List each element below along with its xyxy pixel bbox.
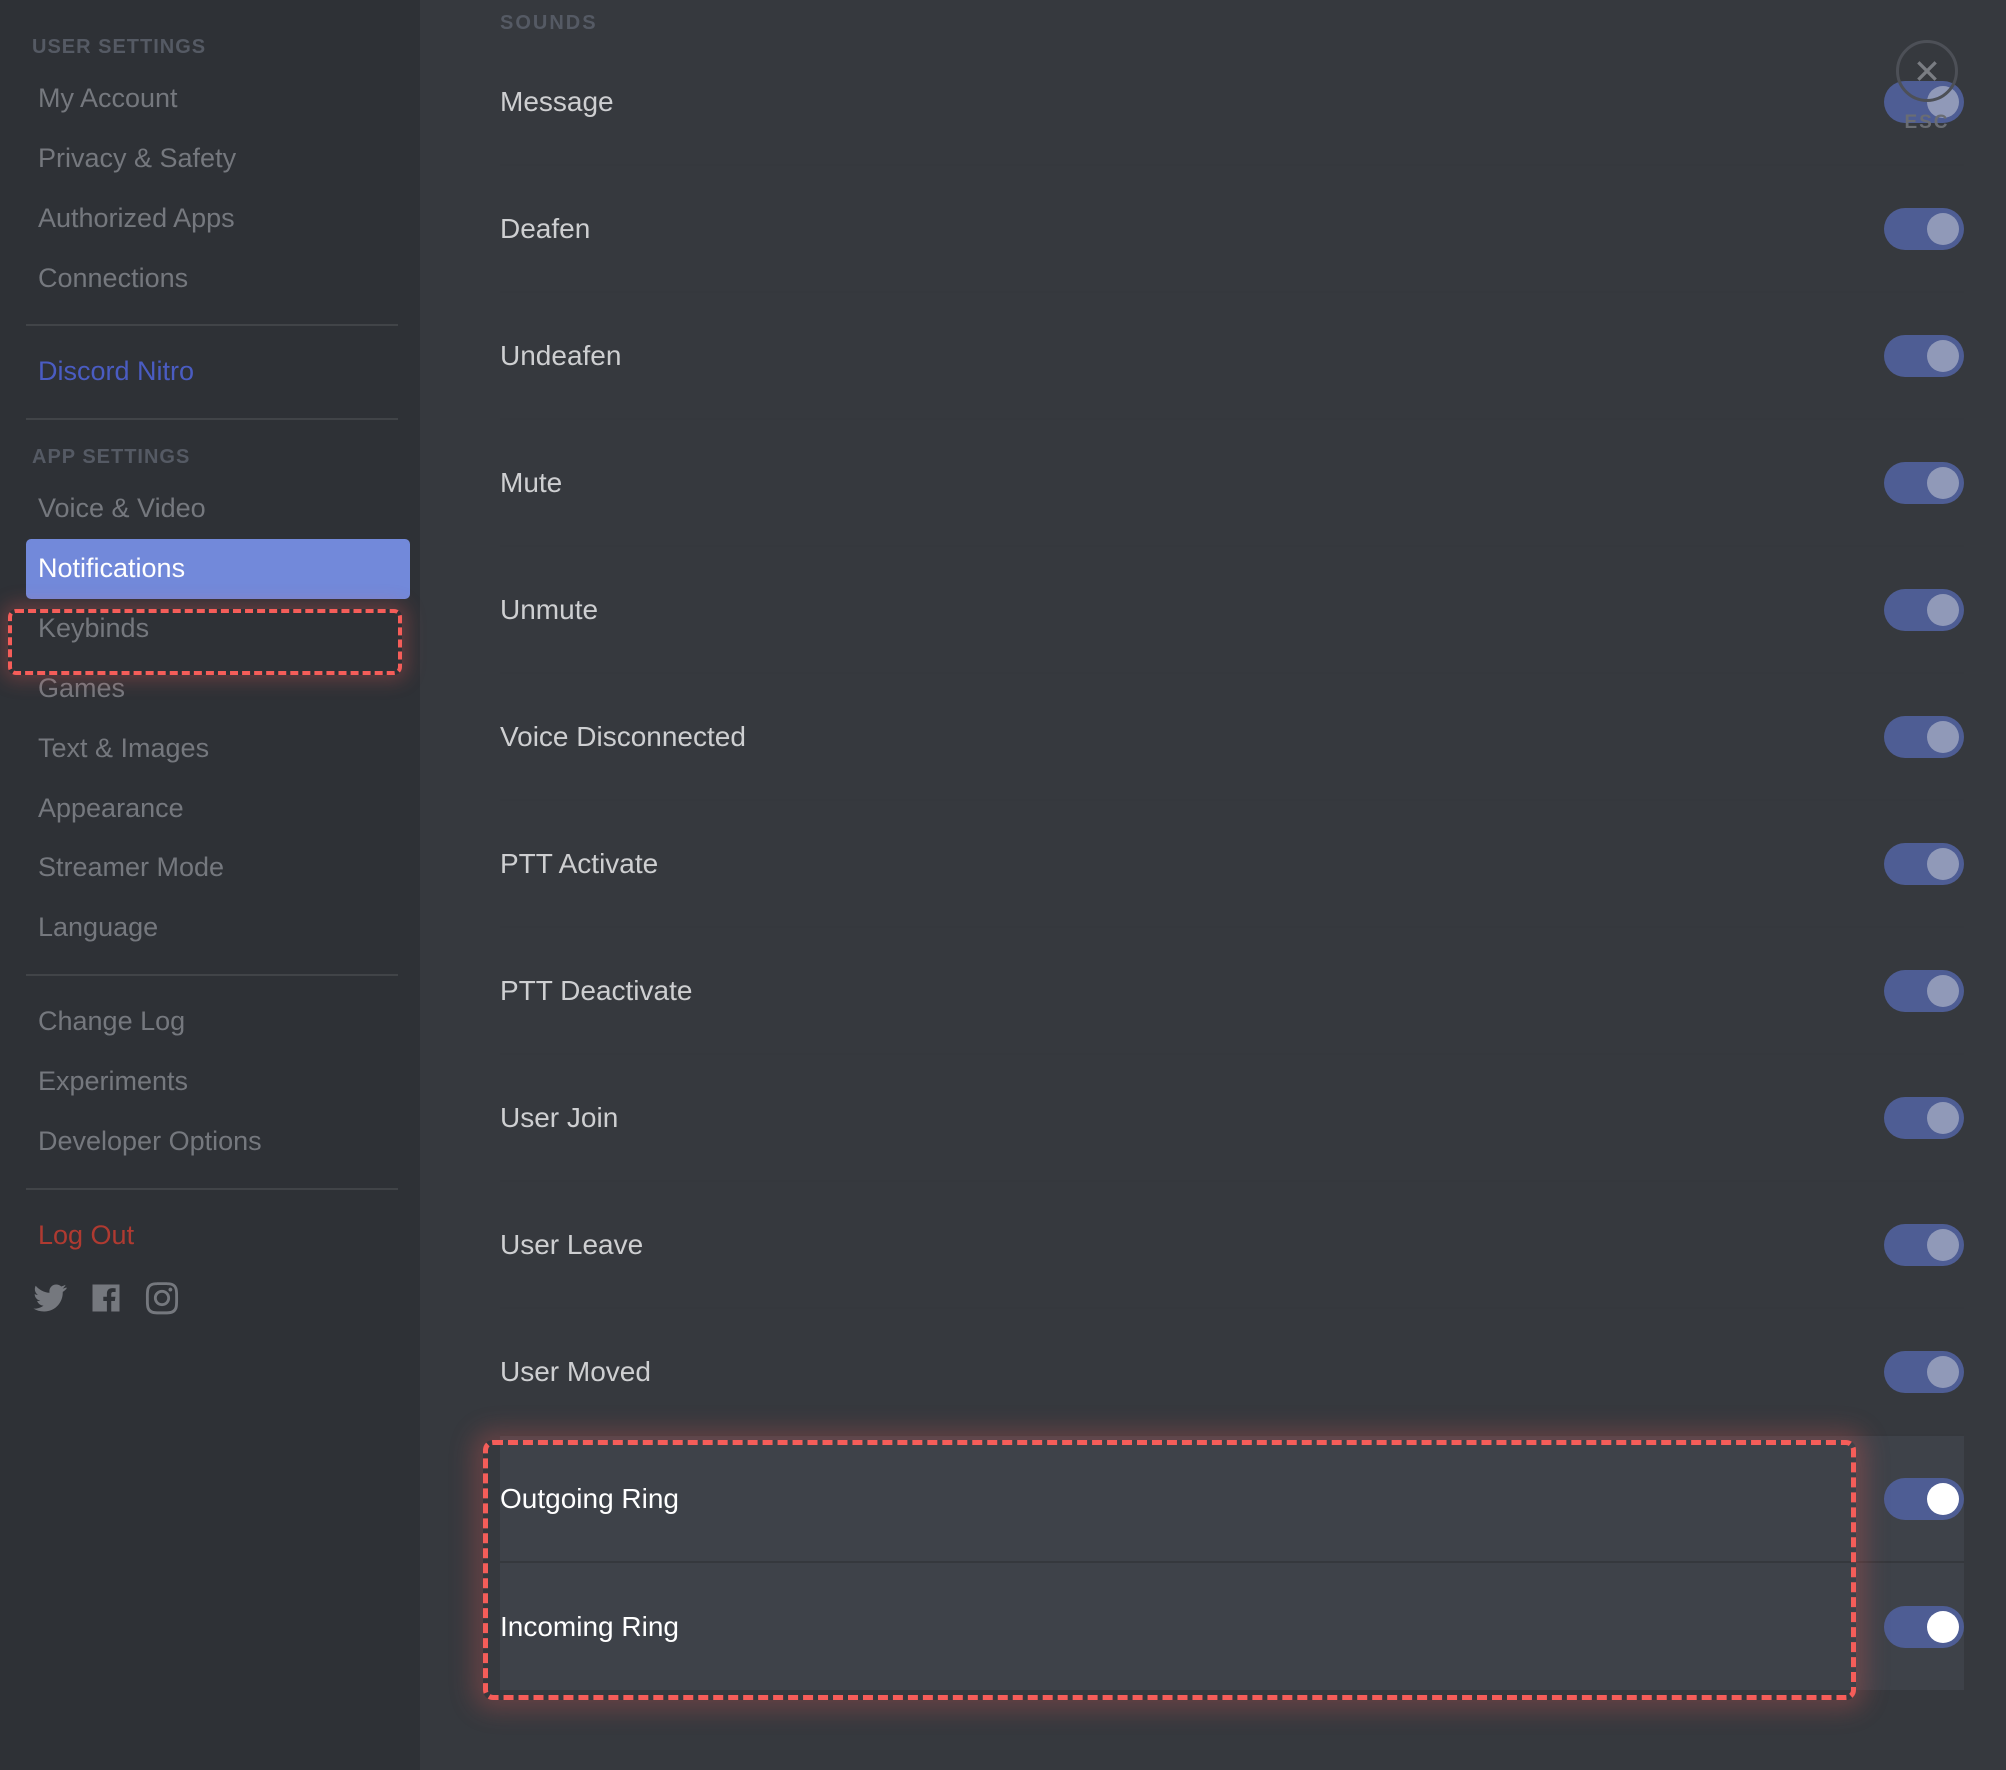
toggle-knob-icon [1927, 721, 1959, 753]
instagram-icon[interactable] [144, 1280, 180, 1321]
sidebar-divider [26, 324, 398, 326]
sound-toggle[interactable] [1884, 589, 1964, 631]
close-button[interactable] [1896, 40, 1958, 102]
toggle-knob-icon [1927, 467, 1959, 499]
sound-toggle[interactable] [1884, 1097, 1964, 1139]
sound-label: PTT Deactivate [500, 975, 692, 1007]
sidebar-item-my-account[interactable]: My Account [26, 69, 410, 129]
sound-label: Mute [500, 467, 562, 499]
sidebar-divider [26, 1188, 398, 1190]
sidebar-item-developer-options[interactable]: Developer Options [26, 1112, 410, 1172]
sound-row: Undeafen [500, 293, 1964, 420]
close-icon [1914, 58, 1940, 84]
sidebar-item-streamer-mode[interactable]: Streamer Mode [26, 838, 410, 898]
close-panel: ESC [1896, 40, 1958, 134]
sound-options-list: Message Deafen Undeafen Mute Unmute Voice Dis… [500, 39, 1964, 1690]
toggle-knob-icon [1927, 340, 1959, 372]
toggle-knob-icon [1927, 594, 1959, 626]
sound-toggle[interactable] [1884, 970, 1964, 1012]
sound-label: Incoming Ring [500, 1611, 679, 1643]
sound-label: User Moved [500, 1356, 651, 1388]
sidebar-item-text-images[interactable]: Text & Images [26, 719, 410, 779]
sidebar-item-change-log[interactable]: Change Log [26, 992, 410, 1052]
sidebar-item-language[interactable]: Language [26, 898, 410, 958]
sound-row: Message [500, 39, 1964, 166]
sound-row: Unmute [500, 547, 1964, 674]
sound-toggle[interactable] [1884, 1224, 1964, 1266]
sidebar-item-games[interactable]: Games [26, 659, 410, 719]
sound-toggle[interactable] [1884, 843, 1964, 885]
sidebar-item-connections[interactable]: Connections [26, 249, 410, 309]
sidebar-item-logout[interactable]: Log Out [26, 1206, 410, 1266]
esc-label: ESC [1904, 112, 1949, 134]
toggle-knob-icon [1927, 1483, 1959, 1515]
sound-label: Undeafen [500, 340, 621, 372]
sidebar-item-voice-video[interactable]: Voice & Video [26, 479, 410, 539]
social-links [26, 1266, 410, 1321]
sound-toggle[interactable] [1884, 1606, 1964, 1648]
facebook-icon[interactable] [88, 1280, 124, 1321]
toggle-knob-icon [1927, 975, 1959, 1007]
sound-row: Mute [500, 420, 1964, 547]
settings-sidebar: USER SETTINGS My Account Privacy & Safet… [0, 0, 420, 1770]
settings-content: SOUNDS Message Deafen Undeafen Mute Unmute Vo… [420, 0, 2006, 1770]
toggle-knob-icon [1927, 1356, 1959, 1388]
sound-toggle[interactable] [1884, 335, 1964, 377]
sound-label: Unmute [500, 594, 598, 626]
sound-row: Voice Disconnected [500, 674, 1964, 801]
sound-row: Outgoing Ring [500, 1436, 1964, 1563]
sidebar-item-appearance[interactable]: Appearance [26, 779, 410, 839]
sidebar-divider [26, 974, 398, 976]
sound-toggle[interactable] [1884, 208, 1964, 250]
sidebar-item-discord-nitro[interactable]: Discord Nitro [26, 342, 410, 402]
sound-row: PTT Deactivate [500, 928, 1964, 1055]
toggle-knob-icon [1927, 848, 1959, 880]
sound-label: Message [500, 86, 614, 118]
sidebar-item-keybinds[interactable]: Keybinds [26, 599, 410, 659]
sound-row: PTT Activate [500, 801, 1964, 928]
sidebar-category-user-settings: USER SETTINGS [26, 26, 410, 69]
twitter-icon[interactable] [32, 1280, 68, 1321]
sound-label: Outgoing Ring [500, 1483, 679, 1515]
section-title-sounds: SOUNDS [500, 0, 1964, 39]
sound-row: User Leave [500, 1182, 1964, 1309]
sound-label: User Leave [500, 1229, 643, 1261]
sound-toggle[interactable] [1884, 462, 1964, 504]
toggle-knob-icon [1927, 1102, 1959, 1134]
app-root: USER SETTINGS My Account Privacy & Safet… [0, 0, 2006, 1770]
sidebar-item-notifications[interactable]: Notifications [26, 539, 410, 599]
sound-row: User Join [500, 1055, 1964, 1182]
toggle-knob-icon [1927, 213, 1959, 245]
sound-label: PTT Activate [500, 848, 658, 880]
sound-label: User Join [500, 1102, 618, 1134]
sound-toggle[interactable] [1884, 716, 1964, 758]
sidebar-divider [26, 418, 398, 420]
sound-label: Voice Disconnected [500, 721, 746, 753]
sound-row: Deafen [500, 166, 1964, 293]
sidebar-item-authorized-apps[interactable]: Authorized Apps [26, 189, 410, 249]
sound-toggle[interactable] [1884, 1351, 1964, 1393]
sidebar-category-app-settings: APP SETTINGS [26, 436, 410, 479]
sound-toggle[interactable] [1884, 1478, 1964, 1520]
sound-label: Deafen [500, 213, 590, 245]
sound-row: Incoming Ring [500, 1563, 1964, 1690]
sidebar-item-experiments[interactable]: Experiments [26, 1052, 410, 1112]
sidebar-item-privacy-safety[interactable]: Privacy & Safety [26, 129, 410, 189]
toggle-knob-icon [1927, 1611, 1959, 1643]
sound-row: User Moved [500, 1309, 1964, 1436]
toggle-knob-icon [1927, 1229, 1959, 1261]
